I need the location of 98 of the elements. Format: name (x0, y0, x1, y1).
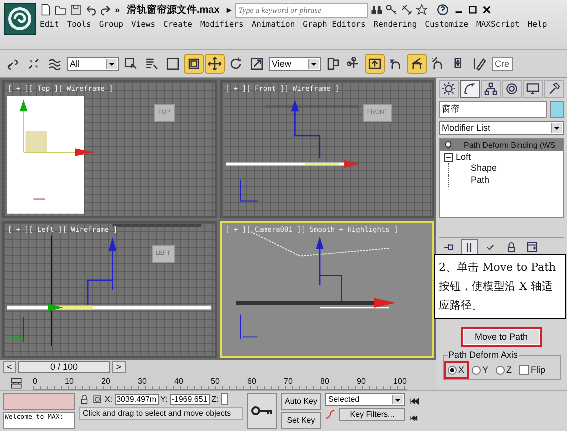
menu-item[interactable]: Animation (252, 20, 296, 29)
frame-number: 50 (211, 377, 220, 386)
monitor-icon[interactable] (523, 80, 543, 98)
menu-item[interactable]: Views (131, 20, 156, 29)
time-slider[interactable]: 0 / 100 (18, 360, 110, 372)
undo-icon[interactable] (85, 4, 97, 16)
flip-label: Flip (531, 365, 546, 375)
instruction-callout: 2、单击 Move to Path 按钮，使模型沿 X 轴适应路径。 (434, 254, 566, 319)
dropdown[interactable]: All (67, 56, 119, 70)
named-selection-field[interactable]: Cre (492, 56, 513, 70)
group-title: Path Deform Axis (448, 350, 520, 360)
menu-item[interactable]: Modifiers (200, 20, 244, 29)
previous-frame-button[interactable]: < (3, 360, 16, 372)
stack-item[interactable]: Loft (440, 151, 563, 163)
next-frame-button[interactable]: > (112, 360, 126, 372)
window-crossing-icon[interactable] (185, 54, 203, 72)
menu-item[interactable]: Tools (67, 20, 92, 29)
hierarchy-icon[interactable] (481, 80, 501, 98)
frame-number: 30 (138, 377, 147, 386)
axis-radio-button[interactable] (496, 366, 505, 374)
coordinate-label: X: (105, 394, 113, 404)
menu-item[interactable]: Help (528, 20, 548, 29)
menu-item[interactable]: Group (99, 20, 124, 29)
help-icon[interactable] (436, 4, 449, 16)
axis-radio-button[interactable] (448, 366, 456, 374)
move-icon[interactable] (206, 54, 224, 72)
previous-key-icon[interactable] (409, 413, 420, 424)
z-coordinate-field[interactable] (220, 393, 228, 405)
color-swatch[interactable] (550, 101, 564, 118)
axis-label: Y (482, 365, 489, 375)
coordinate-label: Z: (212, 394, 219, 404)
bulb-icon[interactable] (444, 140, 453, 150)
x-coordinate-field[interactable]: 3039.497m (114, 394, 159, 404)
move-to-path-button[interactable]: Move to Path (460, 327, 542, 347)
frame-number: 40 (174, 377, 184, 386)
open-folder-icon[interactable] (55, 4, 67, 16)
search-field[interactable]: Type a keyword or phrase (234, 2, 368, 18)
menu-item[interactable]: MAXScript (476, 20, 520, 29)
frame-number: 10 (65, 377, 74, 386)
collapse-icon[interactable] (444, 152, 453, 162)
curve-icon[interactable] (460, 80, 480, 98)
overflow-button[interactable]: » (115, 5, 120, 15)
end-result-icon[interactable] (462, 240, 477, 255)
prompt-text: Click and drag to select and move objects (79, 407, 243, 420)
modifier-list-dropdown[interactable]: Modifier List (439, 121, 564, 135)
frame-number: 80 (320, 377, 330, 386)
stack-item[interactable]: Path Deform Binding (WS (440, 139, 563, 151)
frame-number: 90 (357, 377, 366, 386)
transform-mode-icon[interactable] (92, 394, 103, 404)
go-to-start-icon[interactable] (409, 396, 420, 407)
flip-checkbox[interactable] (519, 365, 530, 375)
target-icon[interactable] (502, 80, 522, 98)
app-logo-icon[interactable] (4, 3, 36, 35)
auto-key-button[interactable]: Auto Key (281, 393, 322, 410)
restore-icon[interactable] (468, 6, 477, 14)
menu-item[interactable]: Edit (40, 20, 60, 29)
window-title: 滑轨窗帘源文件.max (127, 4, 220, 17)
frame-number: 0 (33, 377, 38, 386)
menu-item[interactable]: Rendering (374, 20, 418, 29)
key-filters-button[interactable]: Key Filters... (339, 408, 406, 421)
frame-number: 100 (394, 377, 407, 386)
menu-item[interactable]: Create (164, 20, 192, 29)
key-mode-dropdown[interactable]: Selected (325, 393, 406, 406)
coordinate-label: Y: (160, 394, 168, 404)
dropdown[interactable]: View (269, 56, 321, 70)
redo-icon[interactable] (100, 4, 112, 16)
new-file-icon[interactable] (40, 4, 52, 16)
angle-snap-icon[interactable] (408, 54, 426, 72)
frame-number: 70 (284, 377, 293, 386)
configure-icon[interactable] (525, 240, 540, 255)
stack-subitem[interactable]: Shape (448, 163, 563, 175)
lock-icon[interactable] (79, 394, 90, 404)
key-button[interactable] (247, 393, 277, 429)
menu-item[interactable]: Graph Editors (303, 20, 366, 29)
set-key-button[interactable]: Set Key (281, 412, 322, 429)
curve-editor-icon[interactable] (10, 377, 23, 390)
key-icon[interactable] (386, 4, 398, 16)
axis-label: Z (506, 365, 512, 375)
frame-number: 60 (248, 377, 256, 386)
axis-label: X (458, 365, 465, 375)
y-coordinate-field[interactable]: -1969.651 (170, 394, 210, 404)
frame-ruler[interactable]: 0 10 20 30 40 50 60 70 80 90 100 (33, 377, 407, 390)
close-icon[interactable] (482, 6, 491, 14)
sun-icon[interactable] (439, 80, 459, 98)
shortcut-override-icon[interactable] (366, 54, 384, 72)
binoculars-icon[interactable] (370, 4, 383, 16)
save-icon[interactable] (70, 4, 82, 16)
object-name-field[interactable]: 窗帘 (439, 101, 547, 118)
tangent-curve-icon[interactable] (325, 409, 336, 420)
hammer-icon[interactable] (544, 80, 564, 98)
menu-item[interactable]: Customize (425, 20, 469, 29)
expand-arrow-button[interactable]: ▸ (226, 5, 232, 15)
star-icon[interactable] (416, 4, 428, 16)
stack-subitem[interactable]: Path (448, 175, 563, 187)
axis-radio-button[interactable] (472, 366, 481, 374)
script-listener-field[interactable] (3, 393, 75, 410)
key-icon (251, 406, 273, 416)
frame-number: 20 (102, 377, 110, 386)
